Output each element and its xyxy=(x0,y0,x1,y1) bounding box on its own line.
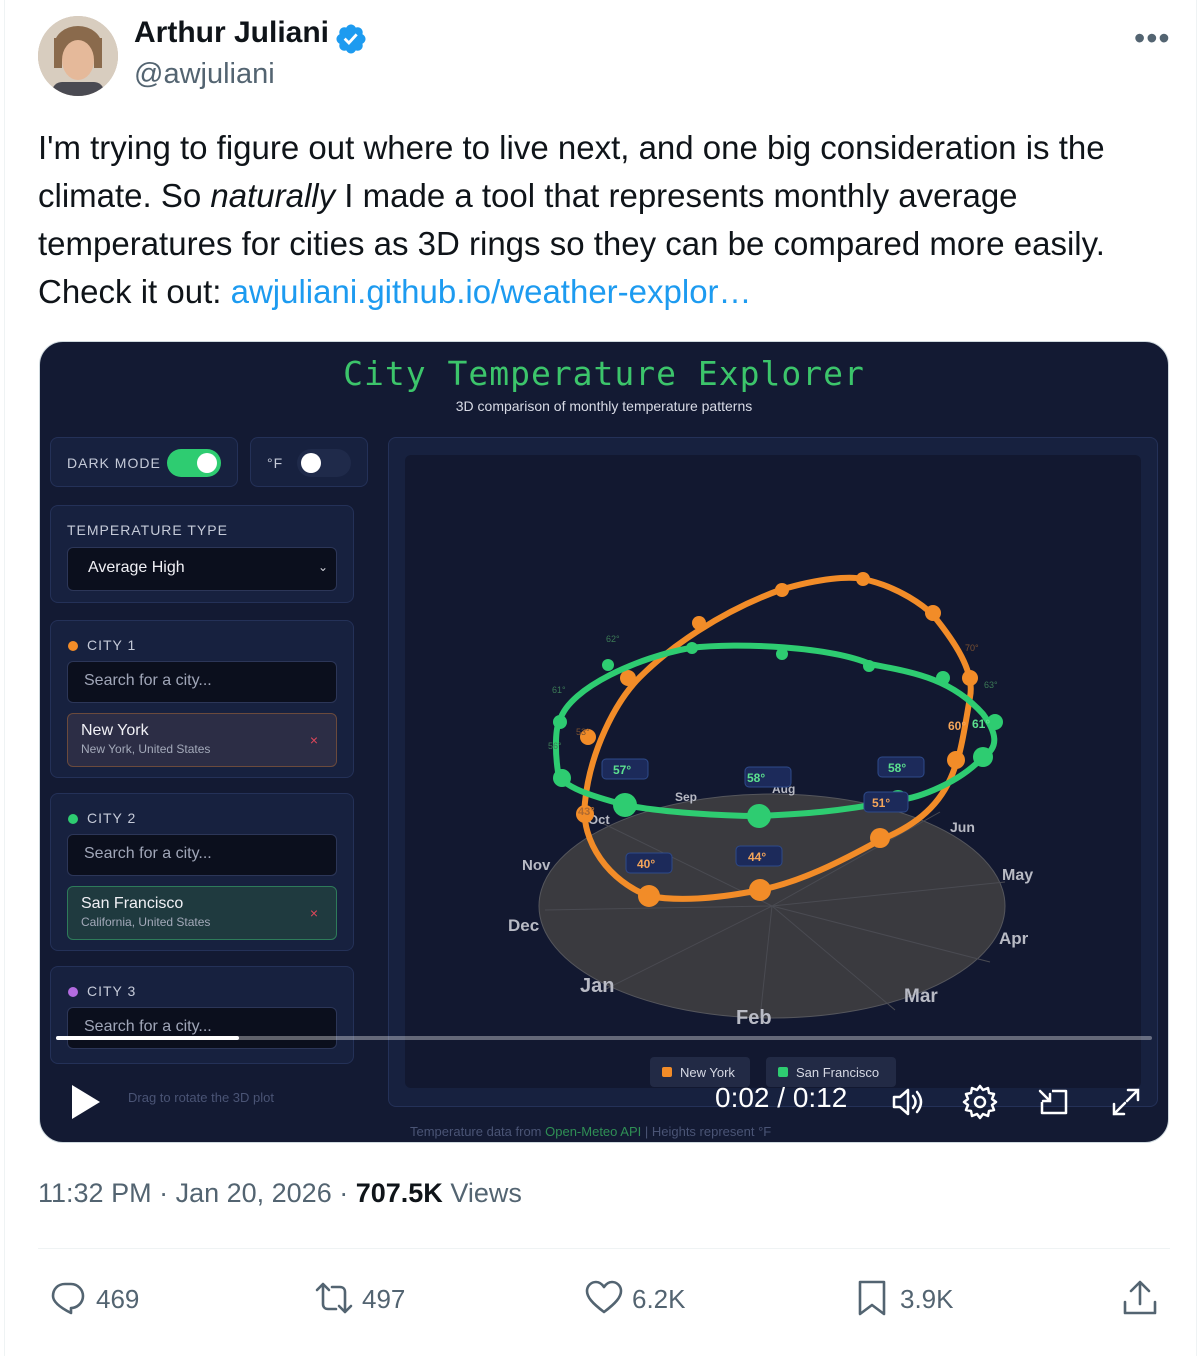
reply-count: 469 xyxy=(96,1284,140,1314)
video-player[interactable]: City Temperature Explorer 3D comparison … xyxy=(39,341,1169,1143)
repost-count: 497 xyxy=(362,1284,406,1314)
bookmark-icon xyxy=(858,1280,886,1316)
left-border xyxy=(4,0,5,1356)
faint-tag-1: 61° xyxy=(552,685,566,695)
faint-tag-2: 56° xyxy=(548,741,562,751)
fullscreen-icon[interactable] xyxy=(1106,1082,1146,1122)
value-tag-sf-61: 61° xyxy=(972,717,990,731)
share-icon xyxy=(1123,1280,1157,1315)
faint-tag-5: 70° xyxy=(965,643,979,653)
faint-tag-3: 53° xyxy=(576,727,590,737)
month-label-feb: Feb xyxy=(736,1007,772,1029)
settings-gear-icon[interactable] xyxy=(960,1082,1000,1122)
author-handle[interactable]: @awjuliani xyxy=(134,58,275,91)
value-tag-ny-40: 40° xyxy=(637,857,655,871)
tweet-time[interactable]: 11:32 PM xyxy=(38,1178,152,1208)
tweet-link[interactable]: awjuliani.github.io/weather-explor… xyxy=(231,273,752,310)
month-label-jun: Jun xyxy=(950,819,975,835)
volume-icon[interactable] xyxy=(888,1082,928,1122)
value-tag-ny-51: 51° xyxy=(872,796,890,810)
month-label-jan: Jan xyxy=(580,975,614,997)
value-tag-ny-44: 44° xyxy=(748,850,766,864)
value-tag-sf-58a: 58° xyxy=(747,771,765,785)
like-count: 6.2K xyxy=(632,1284,686,1314)
avatar[interactable] xyxy=(38,16,118,96)
month-label-apr: Apr xyxy=(999,929,1029,948)
avatar-image xyxy=(38,16,118,96)
tweet-text-italic: naturally xyxy=(210,177,336,214)
legend-new-york-swatch xyxy=(662,1067,672,1077)
3d-temperature-plot[interactable]: Jan Feb Mar Apr May Jun Aug Sep Oct Nov … xyxy=(40,342,1169,1143)
month-label-dec: Dec xyxy=(508,916,539,935)
right-border xyxy=(1196,0,1197,1356)
value-tag-ny-43: 43° xyxy=(578,806,595,818)
play-icon[interactable] xyxy=(68,1082,104,1122)
faint-tag-6: 63° xyxy=(984,680,998,690)
tweet-meta: 11:32 PM · Jan 20, 2026 · 707.5K Views xyxy=(38,1178,522,1208)
verified-badge-icon[interactable] xyxy=(334,22,368,56)
drag-hint: Drag to rotate the 3D plot xyxy=(128,1090,274,1105)
heart-icon xyxy=(585,1280,623,1314)
value-tag-sf-58b: 58° xyxy=(888,761,906,775)
tweet-text: I'm trying to figure out where to live n… xyxy=(38,124,1178,316)
views-label: Views xyxy=(450,1178,522,1208)
more-options-icon[interactable]: ••• xyxy=(1134,20,1171,57)
month-label-may: May xyxy=(1002,867,1033,884)
video-time: 0:02 / 0:12 xyxy=(715,1082,848,1113)
month-label-nov: Nov xyxy=(522,857,551,874)
reply-icon xyxy=(51,1282,85,1315)
video-progress-bar[interactable] xyxy=(56,1036,1152,1040)
data-source-note: Temperature data from Open-Meteo API | H… xyxy=(410,1124,772,1139)
value-tag-ny-60: 60° xyxy=(948,719,966,733)
views-count: 707.5K xyxy=(355,1178,443,1208)
bookmark-count: 3.9K xyxy=(900,1284,954,1314)
legend-san-francisco-swatch xyxy=(778,1067,788,1077)
value-tag-sf-57: 57° xyxy=(613,763,631,777)
repost-icon xyxy=(315,1282,353,1314)
tweet-date[interactable]: Jan 20, 2026 xyxy=(176,1178,332,1208)
faint-tag-4: 62° xyxy=(606,634,620,644)
faint-value-tags: 61° 56° 53° 62° 70° 63° xyxy=(548,634,998,751)
video-progress-fill xyxy=(56,1036,239,1040)
picture-in-picture-icon[interactable] xyxy=(1034,1082,1074,1122)
divider xyxy=(38,1248,1170,1249)
month-label-sep: Sep xyxy=(675,790,697,804)
month-label-mar: Mar xyxy=(904,986,938,1007)
author-name[interactable]: Arthur Juliani xyxy=(134,16,329,50)
